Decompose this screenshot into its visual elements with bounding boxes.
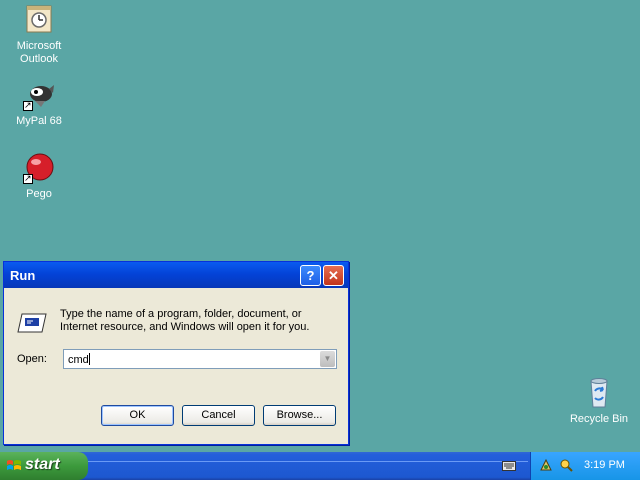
ok-button[interactable]: OK [101, 405, 174, 426]
pego-icon [23, 152, 55, 185]
dialog-title: Run [10, 268, 36, 283]
windows-flag-icon [7, 460, 21, 470]
text-caret [88, 353, 90, 365]
taskbar-divider [88, 461, 528, 462]
desktop-icon-label: Recycle Bin [569, 413, 629, 425]
run-icon [16, 312, 48, 334]
desktop-icon-outlook[interactable]: Microsoft Outlook [1, 4, 77, 66]
outlook-icon [23, 4, 55, 36]
open-label: Open: [17, 353, 47, 365]
clock[interactable]: 3:19 PM [584, 459, 625, 471]
recycle-bin-icon [583, 377, 615, 409]
mypal-icon [23, 79, 55, 112]
shortcut-arrow-icon [23, 172, 33, 185]
keyboard-icon[interactable] [502, 461, 516, 471]
taskbar: start 3:19 PM [0, 452, 640, 480]
dialog-description: Type the name of a program, folder, docu… [60, 308, 310, 333]
desktop-icon-label: Microsoft [16, 40, 62, 52]
chevron-down-icon[interactable]: ▼ [320, 351, 335, 367]
help-button[interactable]: ? [300, 265, 321, 286]
browse-button[interactable]: Browse... [263, 405, 336, 426]
start-label: start [25, 456, 60, 473]
network-icon[interactable] [539, 458, 553, 472]
desktop-icon-mypal[interactable]: MyPal 68 [1, 79, 77, 128]
desktop-icon-recycle-bin[interactable]: Recycle Bin [561, 377, 637, 426]
desktop-icon-pego[interactable]: Pego [1, 152, 77, 201]
system-tray: 3:19 PM [530, 452, 640, 480]
desktop-icon-label: Pego [26, 188, 52, 200]
open-input-value[interactable]: cmd [68, 353, 90, 366]
shortcut-arrow-icon [23, 99, 33, 112]
cancel-button[interactable]: Cancel [182, 405, 255, 426]
start-button[interactable]: start [0, 452, 88, 480]
open-combobox[interactable]: cmd ▼ [63, 349, 337, 369]
close-button[interactable]: ✕ [323, 265, 344, 286]
desktop-icon-label: Outlook [20, 53, 58, 65]
volume-icon[interactable] [559, 458, 573, 472]
run-dialog: Run ? ✕ Type the name of a program, fold… [3, 261, 349, 445]
dialog-titlebar[interactable]: Run ? ✕ [4, 262, 348, 288]
desktop-icon-label: MyPal 68 [16, 115, 62, 127]
